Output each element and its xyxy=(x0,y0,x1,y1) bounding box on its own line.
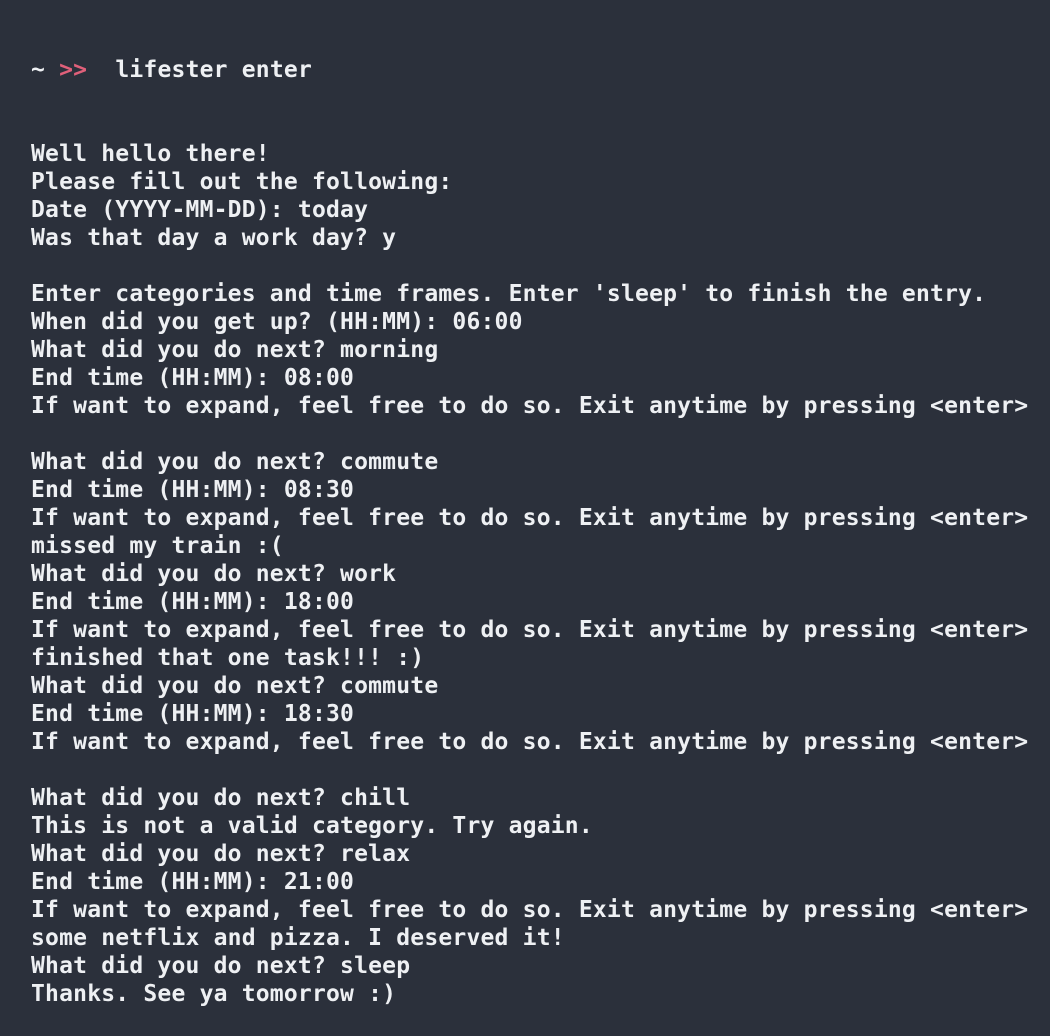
output-line: If want to expand, feel free to do so. E… xyxy=(31,897,1029,923)
output-line: Please fill out the following: xyxy=(31,169,453,195)
output-line: What did you do next? commute xyxy=(31,449,439,475)
output-line: Date (YYYY-MM-DD): today xyxy=(31,197,369,223)
output-line: What did you do next? chill xyxy=(31,785,411,811)
output-line: What did you do next? morning xyxy=(31,337,439,363)
output-line: This is not a valid category. Try again. xyxy=(31,813,593,839)
output-line: End time (HH:MM): 18:30 xyxy=(31,701,355,727)
output-line: When did you get up? (HH:MM): 06:00 xyxy=(31,309,523,335)
output-line: End time (HH:MM): 08:30 xyxy=(31,477,355,503)
output-line: If want to expand, feel free to do so. E… xyxy=(31,617,1029,643)
output-line: finished that one task!!! :) xyxy=(31,645,425,671)
output-line: If want to expand, feel free to do so. E… xyxy=(31,729,1029,755)
output-line: Enter categories and time frames. Enter … xyxy=(31,281,987,307)
output-line: What did you do next? commute xyxy=(31,673,439,699)
output-line: some netflix and pizza. I deserved it! xyxy=(31,925,565,951)
output-line: Was that day a work day? y xyxy=(31,225,397,251)
terminal-output: Well hello there! Please fill out the fol… xyxy=(31,140,1050,1008)
command-prompt-line: ~ >> lifester enter xyxy=(31,56,1050,84)
home-directory-indicator: ~ xyxy=(31,57,46,83)
output-line: What did you do next? work xyxy=(31,561,397,587)
output-line: End time (HH:MM): 21:00 xyxy=(31,869,355,895)
output-line: Thanks. See ya tomorrow :) xyxy=(31,981,397,1007)
output-line: If want to expand, feel free to do so. E… xyxy=(31,505,1029,531)
entered-command: lifester enter xyxy=(87,57,312,83)
output-line: What did you do next? sleep xyxy=(31,953,411,979)
output-line: If want to expand, feel free to do so. E… xyxy=(31,393,1029,419)
output-line: What did you do next? relax xyxy=(31,841,411,867)
terminal-window[interactable]: ~ >> lifester enter Well hello there! Ple… xyxy=(0,0,1050,1007)
output-line: Well hello there! xyxy=(31,141,270,167)
output-line: End time (HH:MM): 08:00 xyxy=(31,365,355,391)
output-line: missed my train :( xyxy=(31,533,284,559)
prompt-arrows: >> xyxy=(59,57,88,83)
output-line: End time (HH:MM): 18:00 xyxy=(31,589,355,615)
